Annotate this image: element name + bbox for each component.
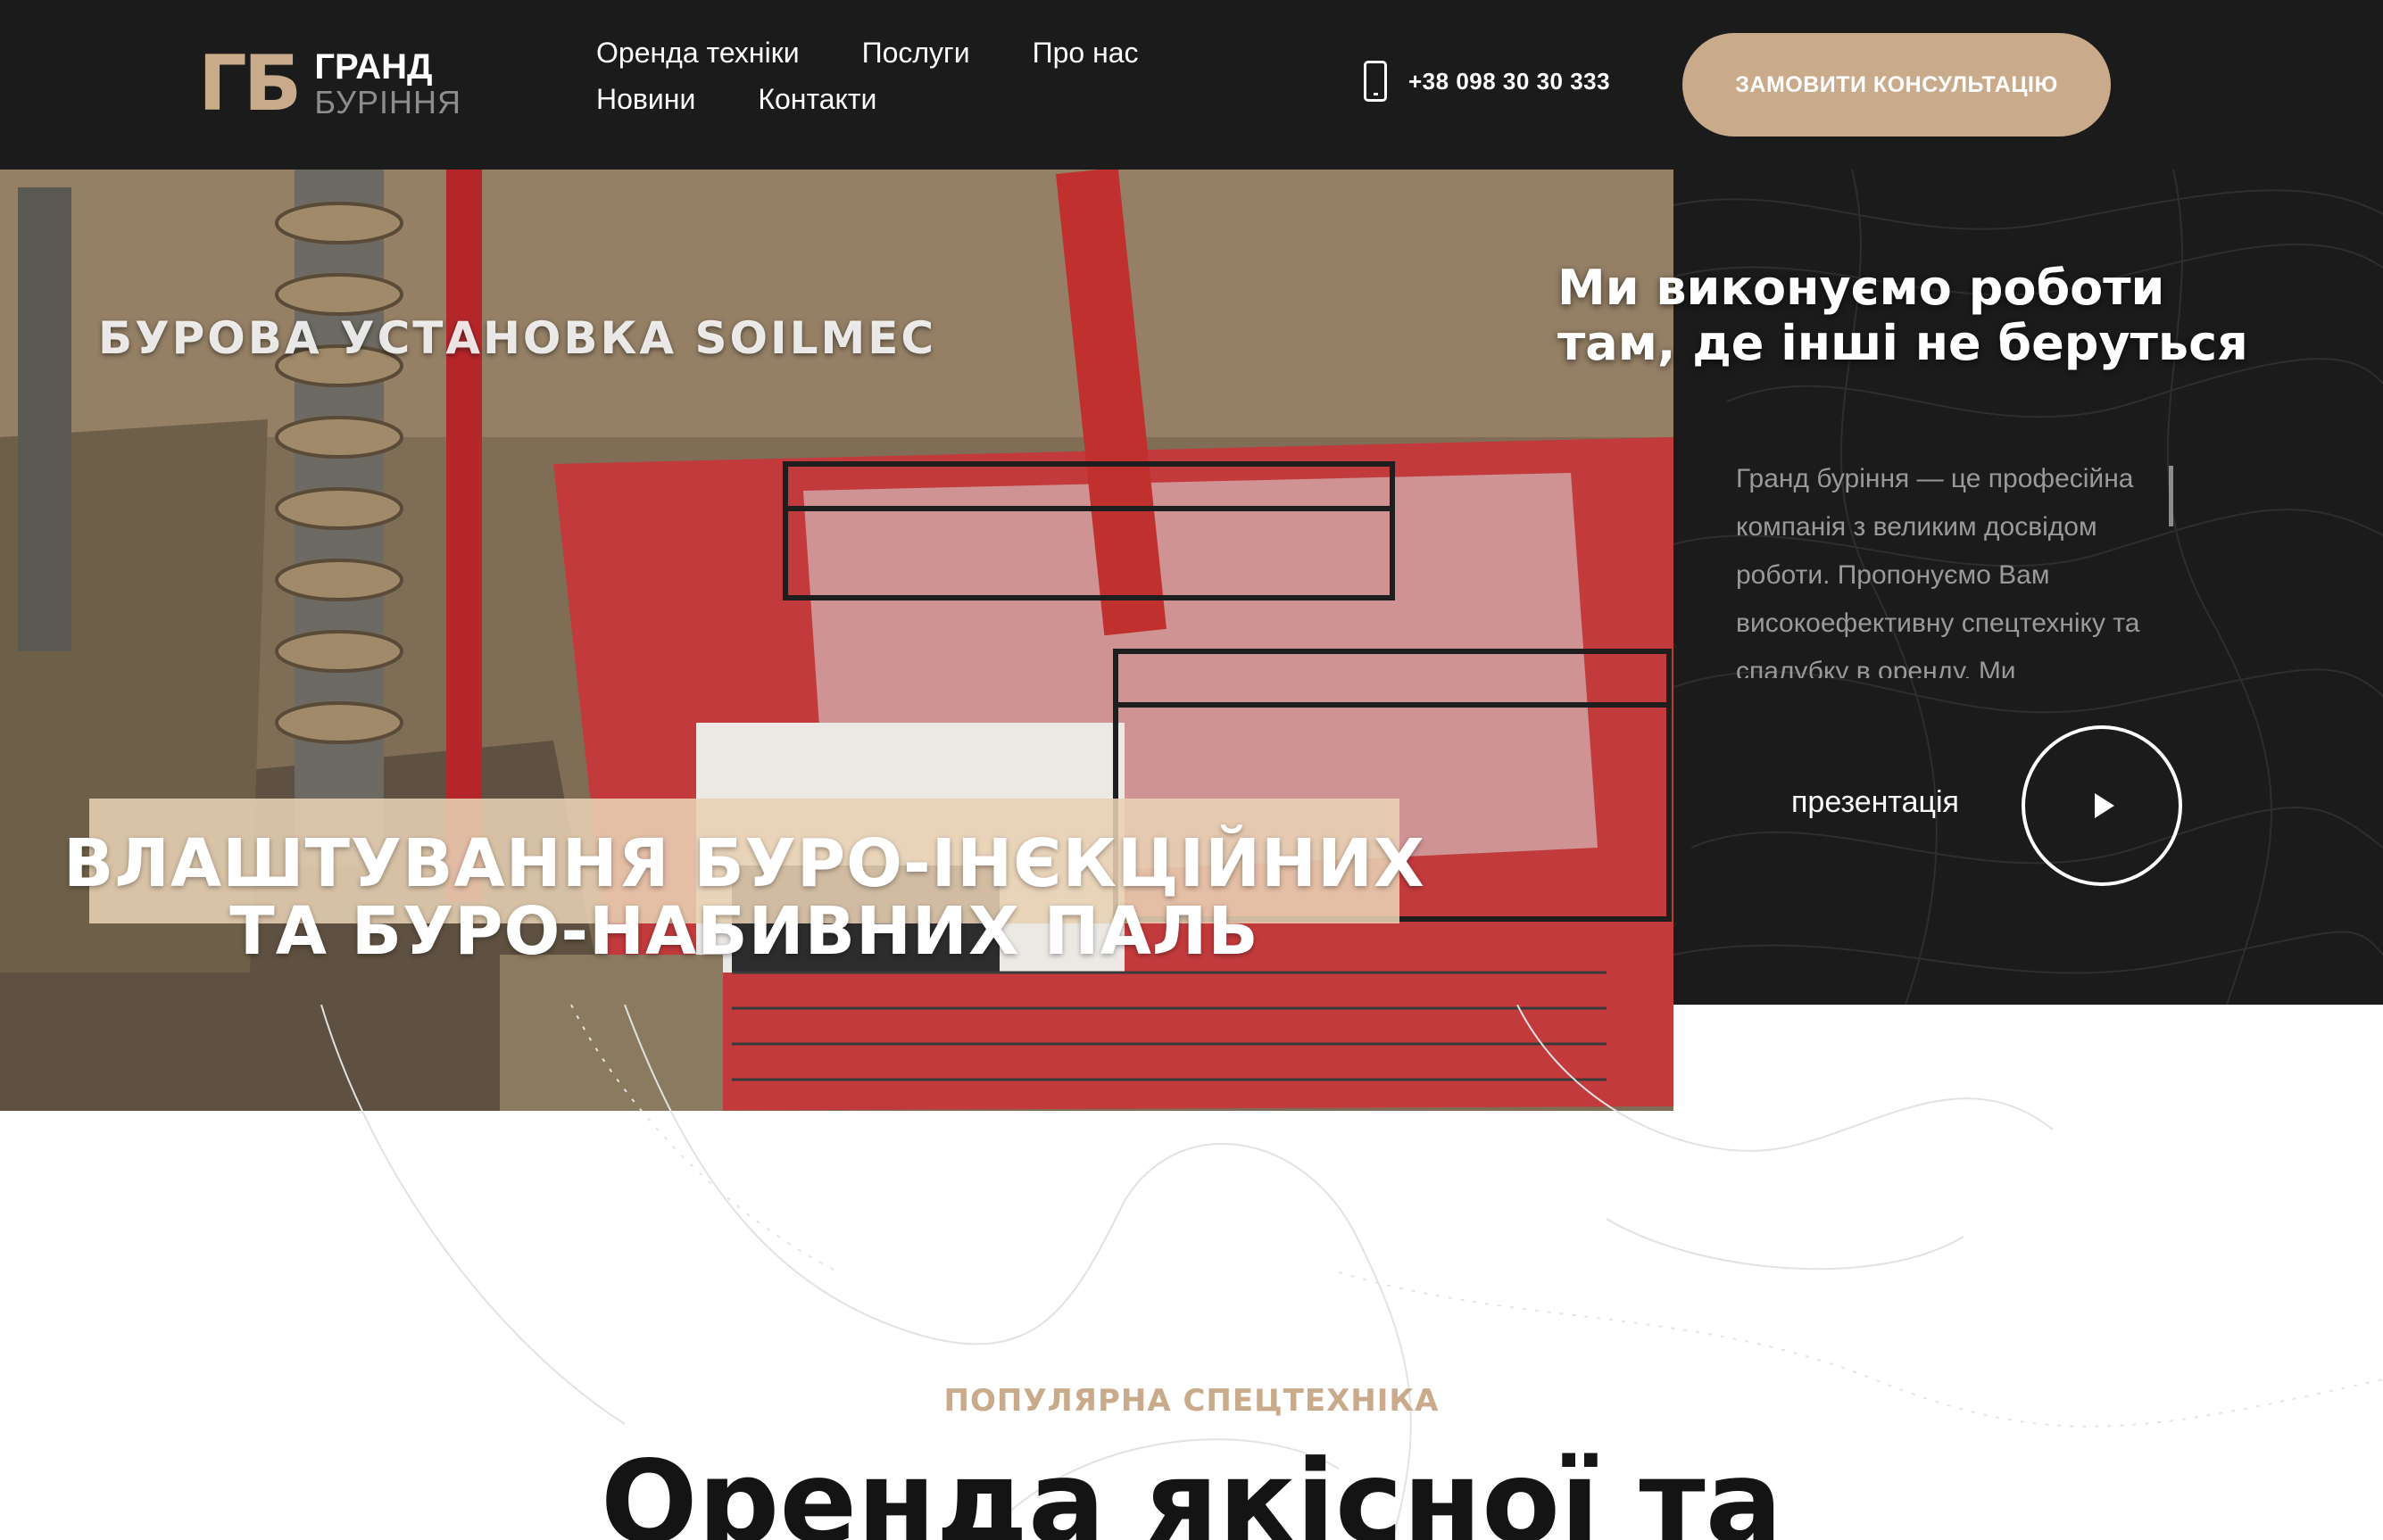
nav-link-news[interactable]: Новини <box>596 84 695 114</box>
logo-line-2: БУРІННЯ <box>314 84 462 121</box>
nav-link-about[interactable]: Про нас <box>1033 37 1139 68</box>
logo[interactable]: ГБ ГРАНД БУРІННЯ <box>198 39 461 128</box>
hero-video[interactable]: БУРОВА УСТАНОВКА SOILMEC ВЛАШТУВАННЯ БУР… <box>0 170 1673 1111</box>
main-nav: Оренда техніки Послуги Про нас Новини Ко… <box>596 37 1203 114</box>
site-header: ГБ ГРАНД БУРІННЯ Оренда техніки Послуги … <box>0 0 2383 170</box>
logo-wordmark: ГРАНД БУРІННЯ <box>314 48 461 120</box>
hero-description-scroll[interactable]: Гранд буріння — це професійна компанія з… <box>1736 455 2187 678</box>
logo-mark: ГБ <box>198 39 302 128</box>
play-button[interactable] <box>2022 725 2182 886</box>
video-caption-main: ВЛАШТУВАННЯ БУРО-ІНЄКЦІЙНИХ ТА БУРО-НАБИ… <box>0 830 1489 965</box>
video-caption-line-2: ТА БУРО-НАБИВНИХ ПАЛЬ <box>229 893 1259 970</box>
order-consultation-button[interactable]: ЗАМОВИТИ КОНСУЛЬТАЦІЮ <box>1682 33 2111 137</box>
nav-link-contacts[interactable]: Контакти <box>758 84 876 114</box>
section-eyebrow: ПОПУЛЯРНА СПЕЦТЕХНІКА <box>943 1383 1440 1419</box>
hero-description: Гранд буріння — це професійна компанія з… <box>1736 464 2140 678</box>
nav-link-services[interactable]: Послуги <box>862 37 970 68</box>
description-scrollbar[interactable] <box>2169 466 2173 526</box>
phone-link[interactable]: +38 098 30 30 333 <box>1364 61 1610 102</box>
logo-line-1: ГРАНД <box>314 47 433 87</box>
mobile-phone-icon <box>1364 61 1387 102</box>
presentation-label[interactable]: презентація <box>1791 785 1959 820</box>
section-title: Оренда якісної та <box>600 1437 1783 1540</box>
phone-number: +38 098 30 30 333 <box>1408 67 1611 95</box>
hero-title-line-1: Ми виконуємо роботи <box>1557 260 2165 316</box>
hero-title-line-2: там, де інші не беруться <box>1557 315 2248 371</box>
video-caption-top: БУРОВА УСТАНОВКА SOILMEC <box>98 312 937 364</box>
nav-link-equipment-rental[interactable]: Оренда техніки <box>596 37 800 68</box>
hero-title: Ми виконуємо роботи там, де інші не беру… <box>1557 261 2361 371</box>
video-caption-line-1: ВЛАШТУВАННЯ БУРО-ІНЄКЦІЙНИХ <box>63 825 1425 902</box>
play-icon <box>2095 793 2114 818</box>
